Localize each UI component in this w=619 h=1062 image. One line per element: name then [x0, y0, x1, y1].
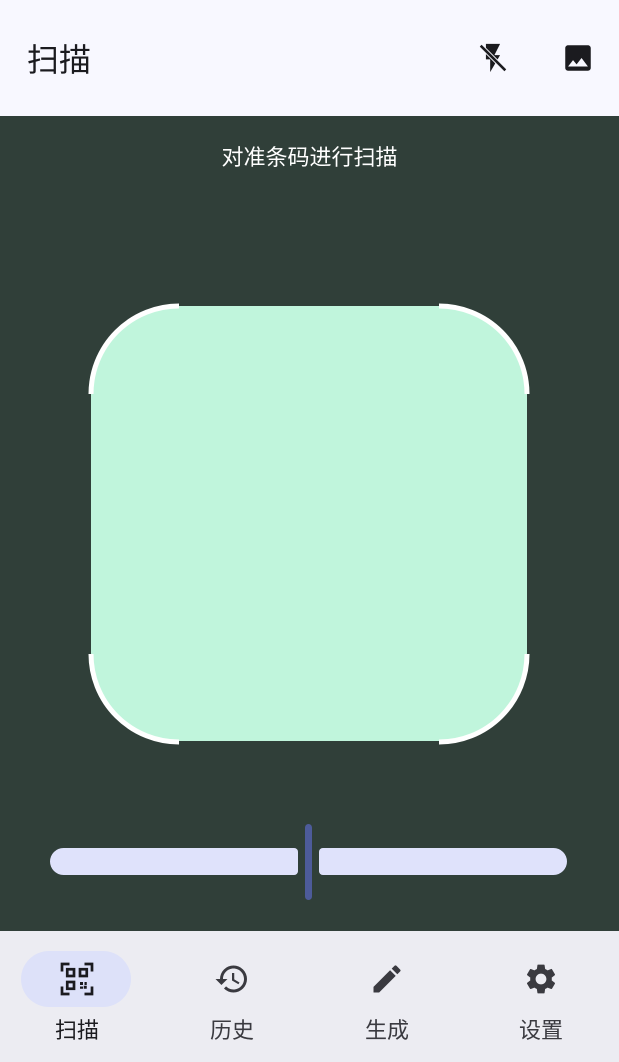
bottom-navigation: 扫描 历史 生成 设置 [0, 931, 619, 1062]
scan-hint: 对准条码进行扫描 [221, 146, 398, 171]
nav-item-history[interactable]: 历史 [155, 931, 309, 1062]
flash-toggle-button[interactable] [469, 36, 517, 84]
history-icon [214, 961, 250, 997]
corner-bottom-right [438, 653, 530, 745]
nav-label-history: 历史 [209, 1019, 254, 1044]
nav-label-settings: 设置 [518, 1019, 563, 1044]
zoom-track-right[interactable] [319, 848, 567, 875]
corner-top-left [88, 303, 180, 395]
pencil-icon [369, 961, 405, 997]
nav-item-scan[interactable]: 扫描 [0, 931, 154, 1062]
corner-top-right [438, 303, 530, 395]
nav-item-settings[interactable]: 设置 [464, 931, 618, 1062]
zoom-slider[interactable] [50, 824, 568, 900]
gear-icon [523, 961, 559, 997]
image-icon [561, 41, 595, 79]
nav-item-generate[interactable]: 生成 [310, 931, 464, 1062]
zoom-slider-thumb[interactable] [305, 824, 312, 900]
gallery-button[interactable] [554, 36, 602, 84]
zoom-track-left[interactable] [50, 848, 298, 875]
page-title: 扫描 [27, 41, 92, 79]
nav-label-generate: 生成 [364, 1019, 409, 1044]
flash-off-icon [476, 41, 510, 79]
camera-preview[interactable]: 对准条码进行扫描 [0, 116, 619, 931]
scan-frame-corners [88, 303, 530, 745]
corner-bottom-left [88, 653, 180, 745]
scanner-app: 扫描 对准条码进行扫描 扫描 历史 生成 设置 [0, 0, 619, 1062]
top-app-bar: 扫描 [0, 0, 619, 116]
qr-scan-icon [59, 961, 95, 997]
nav-label-scan: 扫描 [54, 1019, 99, 1044]
